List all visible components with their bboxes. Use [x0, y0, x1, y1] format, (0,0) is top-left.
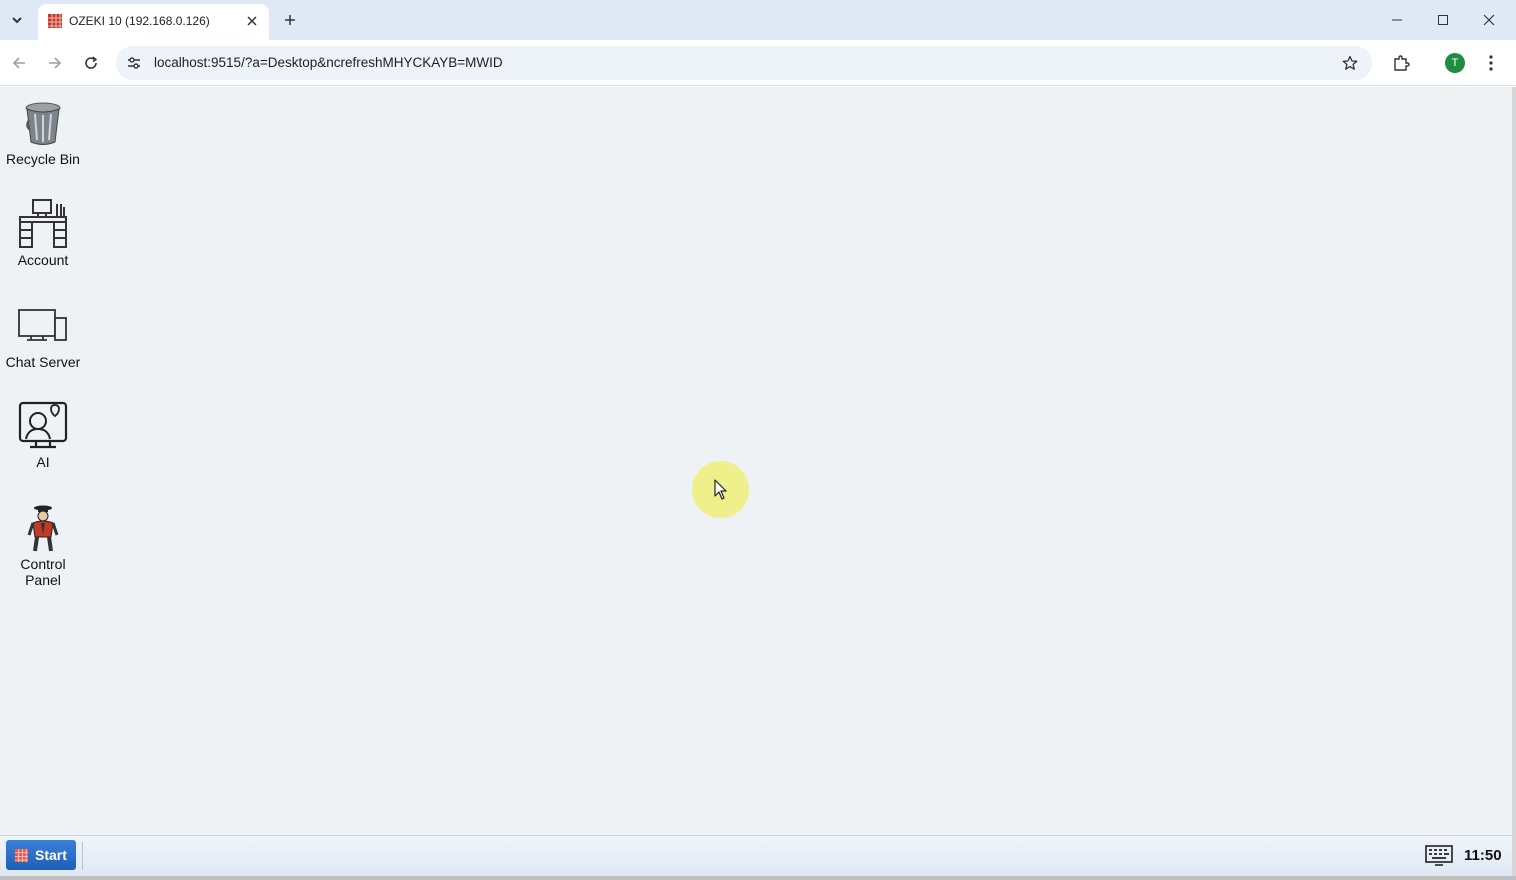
keyboard-icon	[1425, 845, 1453, 866]
start-button[interactable]: Start	[6, 840, 76, 870]
mouse-pointer-icon	[714, 479, 727, 500]
arrow-left-icon	[12, 57, 25, 69]
desktop-icon-recycle-bin[interactable]: Recycle Bin	[0, 97, 86, 167]
maximize-button[interactable]	[1420, 0, 1466, 40]
account-desk-icon	[19, 199, 67, 248]
ai-monitor-icon	[18, 401, 68, 449]
browser-toolbar: localhost:9515/?a=Desktop&ncrefreshMHYCK…	[0, 40, 1516, 86]
reload-icon	[85, 56, 98, 69]
chat-server-icon	[18, 309, 67, 341]
minimize-button[interactable]	[1374, 0, 1420, 40]
arrow-right-icon	[49, 57, 62, 69]
browser-titlebar: OZEKI 10 (192.168.0.126)	[0, 0, 1516, 40]
desktop-icon-label: Recycle Bin	[6, 151, 80, 167]
close-icon	[247, 16, 257, 26]
control-panel-icon	[27, 505, 59, 552]
back-button[interactable]	[7, 51, 31, 75]
start-label: Start	[35, 847, 67, 863]
desktop-icon-label: Control Panel	[20, 556, 66, 588]
maximize-icon	[1438, 15, 1448, 25]
desktop-icon-control-panel[interactable]: Control Panel	[0, 502, 86, 588]
bookmark-button[interactable]	[1338, 51, 1362, 75]
tab-close-button[interactable]	[243, 12, 261, 30]
plus-icon	[285, 15, 295, 25]
minimize-icon	[1392, 19, 1402, 21]
address-bar[interactable]: localhost:9515/?a=Desktop&ncrefreshMHYCK…	[116, 46, 1372, 80]
desktop-icon-ai[interactable]: AI	[0, 400, 86, 470]
taskbar: Start 11:50	[0, 835, 1512, 876]
tune-icon	[128, 57, 140, 69]
tab-title: OZEKI 10 (192.168.0.126)	[69, 14, 210, 28]
reload-button[interactable]	[79, 51, 103, 75]
browser-tab[interactable]: OZEKI 10 (192.168.0.126)	[38, 4, 269, 40]
taskbar-separator	[82, 842, 83, 870]
desktop-icon-label: Account	[17, 252, 69, 268]
puzzle-icon	[1394, 55, 1410, 71]
close-window-button[interactable]	[1466, 0, 1512, 40]
desktop-icon-account[interactable]: Account	[0, 198, 86, 268]
ozeki-logo-icon	[14, 848, 29, 862]
recycle-bin-icon	[25, 102, 61, 145]
url-text: localhost:9515/?a=Desktop&ncrefreshMHYCK…	[154, 55, 503, 70]
ozeki-favicon-icon	[48, 14, 62, 28]
profile-avatar[interactable]: T	[1445, 53, 1465, 73]
desktop-icon-label: AI	[36, 454, 50, 470]
tab-search-button[interactable]	[5, 8, 29, 32]
new-tab-button[interactable]	[278, 8, 302, 32]
close-icon	[1483, 14, 1495, 26]
desktop-icon-label: Chat Server	[5, 354, 81, 370]
site-info-button[interactable]	[122, 51, 146, 75]
desktop-icon-chat-server[interactable]: Chat Server	[0, 300, 86, 370]
window-edge	[1512, 87, 1516, 880]
keyboard-button[interactable]	[1424, 844, 1454, 868]
star-icon	[1342, 55, 1358, 70]
window-bottom-edge	[0, 876, 1516, 880]
forward-button[interactable]	[43, 51, 67, 75]
extensions-button[interactable]	[1389, 51, 1413, 75]
browser-menu-button[interactable]	[1479, 51, 1503, 75]
chevron-down-icon	[12, 17, 22, 24]
more-vert-icon	[1489, 55, 1493, 71]
ozeki-desktop[interactable]: Recycle Bin Account Chat Server AI Contr…	[0, 87, 1512, 835]
taskbar-clock: 11:50	[1464, 847, 1502, 864]
